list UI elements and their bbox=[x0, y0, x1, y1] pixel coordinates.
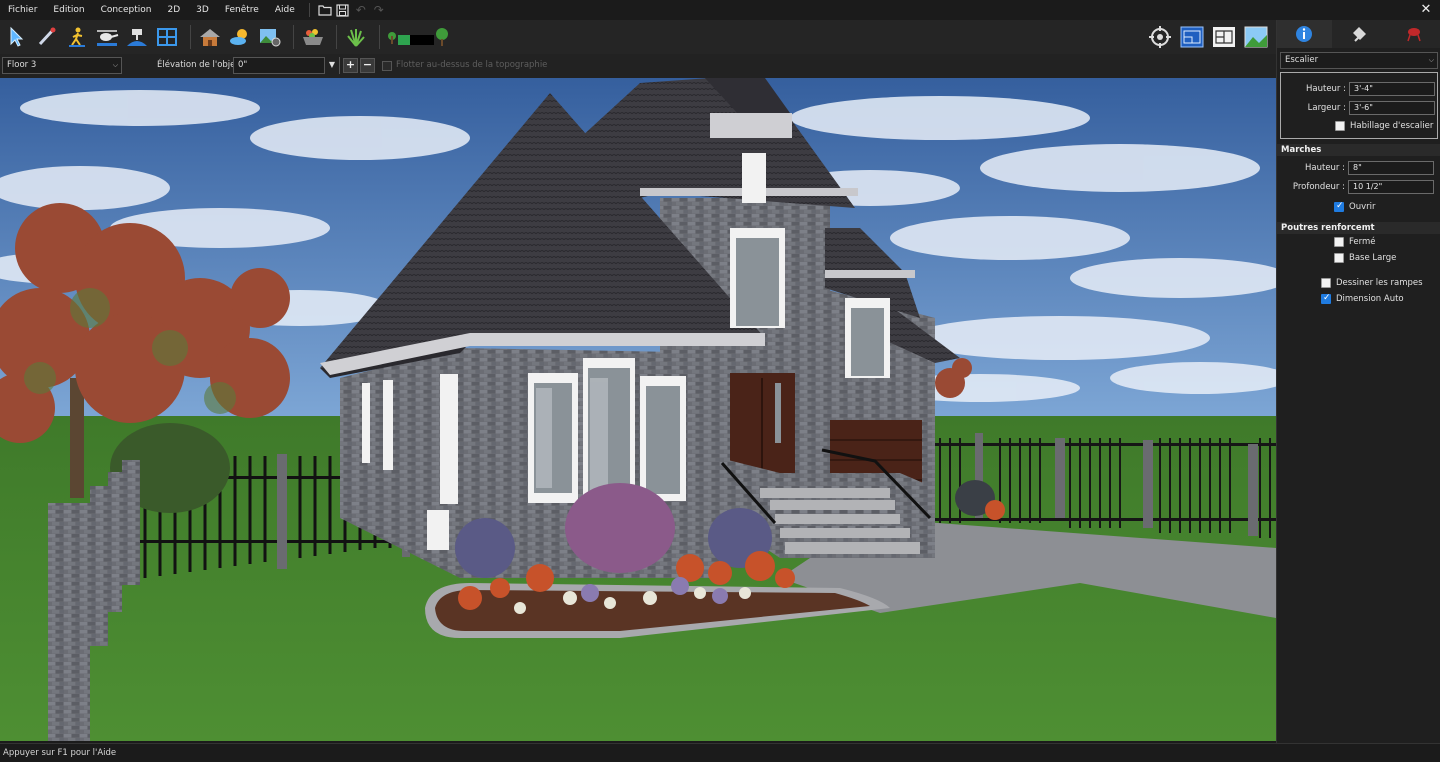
paint-icon bbox=[1353, 27, 1366, 42]
habillage-label: Habillage d'escalier bbox=[1350, 121, 1434, 131]
blueprint-2d-icon[interactable] bbox=[1178, 23, 1206, 51]
dimension-auto-row: Dimension Auto bbox=[1321, 293, 1404, 304]
marche-hauteur-row: Hauteur : 8" bbox=[1280, 161, 1434, 175]
rampes-checkbox[interactable] bbox=[1321, 278, 1331, 288]
save-icon[interactable] bbox=[334, 0, 352, 20]
helicopter-icon[interactable] bbox=[94, 23, 120, 51]
elevation-input[interactable]: 0" ▼ bbox=[233, 57, 340, 74]
hauteur-field[interactable]: 3'-4" bbox=[1349, 82, 1435, 96]
bbq-icon bbox=[1406, 28, 1421, 42]
rampes-label: Dessiner les rampes bbox=[1336, 278, 1423, 288]
close-icon[interactable]: ✕ bbox=[1418, 2, 1434, 18]
increase-elevation-button[interactable]: + bbox=[343, 58, 358, 73]
plan-view-icon[interactable] bbox=[154, 23, 180, 51]
ouvrir-checkbox[interactable] bbox=[1334, 201, 1344, 212]
landscape-bowl-icon[interactable] bbox=[300, 23, 326, 51]
sun-weather-icon[interactable] bbox=[227, 23, 253, 51]
view-toolbar bbox=[1146, 23, 1274, 51]
largeur-field[interactable]: 3'-6" bbox=[1349, 101, 1435, 115]
terrain-slider-icon[interactable] bbox=[386, 23, 450, 51]
menu-3d[interactable]: 3D bbox=[188, 0, 217, 20]
open-folder-icon[interactable] bbox=[316, 0, 334, 20]
dimension-auto-checkbox[interactable] bbox=[1321, 293, 1331, 304]
target-icon[interactable] bbox=[1146, 23, 1174, 51]
habillage-checkbox[interactable] bbox=[1335, 121, 1345, 131]
house-icon[interactable] bbox=[197, 23, 223, 51]
panel-tabs bbox=[1277, 20, 1440, 48]
chevron-down-icon: ⌵ bbox=[1428, 56, 1434, 64]
marche-hauteur-field[interactable]: 8" bbox=[1348, 161, 1434, 175]
3d-viewport[interactable] bbox=[0, 78, 1276, 741]
menu-aide[interactable]: Aide bbox=[267, 0, 303, 20]
elevation-value: 0" bbox=[238, 60, 248, 70]
menu-fichier[interactable]: Fichier bbox=[0, 0, 45, 20]
main-toolbar bbox=[0, 20, 1276, 54]
tab-materials[interactable] bbox=[1332, 20, 1387, 48]
menu-separator bbox=[308, 3, 310, 17]
float-terrain-checkbox[interactable] bbox=[382, 61, 392, 71]
select-arrow-icon[interactable] bbox=[4, 23, 30, 51]
scene-render bbox=[0, 78, 1276, 741]
rendered-image-icon[interactable] bbox=[1242, 23, 1270, 51]
options-bar: Floor 3 ⌵ Élévation de l'objet: 0" ▼ + −… bbox=[0, 54, 1276, 78]
walker-icon[interactable] bbox=[64, 23, 90, 51]
ferme-row: Fermé bbox=[1334, 237, 1376, 247]
floorplan-icon[interactable] bbox=[1210, 23, 1238, 51]
dimension-auto-label: Dimension Auto bbox=[1336, 294, 1404, 304]
rampes-row: Dessiner les rampes bbox=[1321, 278, 1423, 288]
plants-icon[interactable] bbox=[343, 23, 369, 51]
status-bar: Appuyer sur F1 pour l'Aide bbox=[0, 743, 1440, 762]
toolbar-separator bbox=[190, 25, 191, 49]
ouvrir-row: Ouvrir bbox=[1334, 201, 1376, 212]
marche-hauteur-label: Hauteur : bbox=[1305, 163, 1345, 173]
largeur-label: Largeur : bbox=[1307, 103, 1346, 113]
toolbar-separator bbox=[336, 25, 337, 49]
toolbar-separator bbox=[379, 25, 380, 49]
decrease-elevation-button[interactable]: − bbox=[360, 58, 375, 73]
floor-select[interactable]: Floor 3 ⌵ bbox=[2, 57, 122, 74]
float-terrain-label: Flotter au-dessus de la topographie bbox=[396, 60, 548, 70]
menu-conception[interactable]: Conception bbox=[93, 0, 160, 20]
ferme-label: Fermé bbox=[1349, 237, 1376, 247]
menu-bar: Fichier Edition Conception 2D 3D Fenêtre… bbox=[0, 0, 1440, 20]
habillage-row: Habillage d'escalier bbox=[1335, 121, 1433, 131]
ouvrir-label: Ouvrir bbox=[1349, 202, 1376, 212]
floor-select-value: Floor 3 bbox=[7, 60, 37, 70]
image-settings-icon[interactable] bbox=[257, 23, 283, 51]
camera-crane-icon[interactable] bbox=[124, 23, 150, 51]
tab-info[interactable] bbox=[1277, 20, 1332, 48]
status-text: Appuyer sur F1 pour l'Aide bbox=[3, 748, 117, 758]
largeur-row: Largeur : 3'-6" bbox=[1281, 101, 1435, 115]
tab-objects[interactable] bbox=[1386, 20, 1440, 48]
base-large-row: Base Large bbox=[1334, 253, 1396, 263]
redo-icon[interactable]: ↷ bbox=[370, 0, 388, 20]
object-type-select[interactable]: Escalier ⌵ bbox=[1280, 52, 1438, 69]
profondeur-field[interactable]: 10 1/2" bbox=[1348, 180, 1434, 194]
hauteur-row: Hauteur : 3'-4" bbox=[1281, 82, 1435, 96]
wand-icon[interactable] bbox=[34, 23, 60, 51]
profondeur-label: Profondeur : bbox=[1292, 182, 1345, 192]
base-large-checkbox[interactable] bbox=[1334, 253, 1344, 263]
object-type-value: Escalier bbox=[1285, 55, 1319, 65]
poutres-section-title: Poutres renforcemt bbox=[1277, 222, 1440, 234]
staircase-dimensions-group: Hauteur : 3'-4" Largeur : 3'-6" Habillag… bbox=[1280, 72, 1438, 139]
profondeur-row: Profondeur : 10 1/2" bbox=[1280, 180, 1434, 194]
menu-2d[interactable]: 2D bbox=[160, 0, 189, 20]
undo-icon[interactable]: ↶ bbox=[352, 0, 370, 20]
properties-panel: Escalier ⌵ Hauteur : 3'-4" Largeur : 3'-… bbox=[1276, 20, 1440, 743]
ferme-checkbox[interactable] bbox=[1334, 237, 1344, 247]
dropdown-arrow-icon[interactable]: ▼ bbox=[324, 57, 339, 74]
chevron-down-icon: ⌵ bbox=[112, 61, 118, 69]
base-large-label: Base Large bbox=[1349, 253, 1397, 263]
elevation-label: Élévation de l'objet: bbox=[157, 60, 242, 70]
info-icon bbox=[1296, 26, 1313, 42]
toolbar-separator bbox=[293, 25, 294, 49]
menu-fenetre[interactable]: Fenêtre bbox=[217, 0, 267, 20]
marches-section-title: Marches bbox=[1277, 144, 1440, 156]
menu-edition[interactable]: Edition bbox=[45, 0, 92, 20]
hauteur-label: Hauteur : bbox=[1306, 84, 1346, 94]
